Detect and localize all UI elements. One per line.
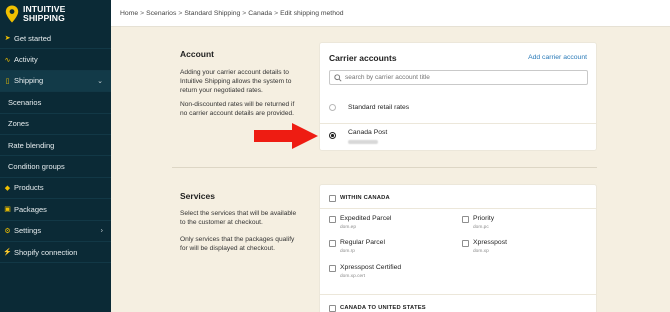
search-icon bbox=[334, 73, 342, 82]
sidebar-item-label: Condition groups bbox=[8, 162, 65, 172]
location-pin-icon bbox=[5, 5, 19, 23]
sidebar-item-get-started[interactable]: ➤ Get started bbox=[0, 28, 111, 50]
checkbox-within-canada[interactable] bbox=[329, 195, 336, 202]
sidebar-item-scenarios[interactable]: Scenarios bbox=[0, 92, 111, 114]
checkbox-priority[interactable] bbox=[462, 216, 469, 223]
sidebar-item-label: Get started bbox=[14, 33, 52, 43]
breadcrumb-separator: > bbox=[274, 9, 279, 17]
checkbox-xpresspost[interactable] bbox=[462, 240, 469, 247]
add-carrier-account-link[interactable]: Add carrier account bbox=[528, 54, 587, 61]
plug-icon: ⚡ bbox=[3, 249, 12, 257]
option-divider bbox=[320, 123, 596, 124]
option-label-standard-retail-rates: Standard retail rates bbox=[348, 104, 410, 111]
breadcrumb-home[interactable]: Home bbox=[120, 10, 138, 17]
service-label-priority: Priority bbox=[473, 215, 495, 222]
services-card: WITHIN CANADA Expedited Parcel dom.ep Pr… bbox=[319, 184, 597, 312]
carrier-search-input[interactable] bbox=[345, 74, 587, 81]
service-label-expedited-parcel: Expedited Parcel bbox=[340, 215, 392, 222]
service-code-regular-parcel: dom.rp bbox=[340, 249, 355, 254]
tag-icon: ◆ bbox=[4, 184, 11, 192]
sidebar-item-label: Activity bbox=[14, 55, 38, 65]
account-description-secondary: Non-discounted rates will be returned if… bbox=[180, 101, 295, 118]
chevron-right-icon: › bbox=[100, 227, 103, 235]
sidebar-item-label: Products bbox=[14, 183, 44, 193]
group-label-within-canada: WITHIN CANADA bbox=[340, 195, 390, 201]
brand-logo[interactable]: INTUITIVE SHIPPING bbox=[0, 0, 111, 28]
breadcrumb-scenarios[interactable]: Scenarios bbox=[146, 10, 176, 17]
red-arrow-annotation bbox=[254, 123, 318, 149]
service-code-priority: dom.pc bbox=[473, 225, 489, 230]
sidebar-item-label: Shipping bbox=[14, 76, 44, 86]
service-label-regular-parcel: Regular Parcel bbox=[340, 239, 385, 246]
sidebar-item-zones[interactable]: Zones bbox=[0, 114, 111, 135]
sidebar-item-label: Rate blending bbox=[8, 140, 55, 150]
breadcrumb-current: Edit shipping method bbox=[280, 9, 344, 17]
carrier-accounts-card: Carrier accounts Add carrier account Sta… bbox=[319, 42, 597, 151]
group-divider bbox=[320, 208, 596, 209]
sidebar-item-activity[interactable]: ∿ Activity bbox=[0, 49, 111, 71]
checkbox-xpresspost-certified[interactable] bbox=[329, 265, 336, 272]
breadcrumb-separator: > bbox=[242, 9, 247, 17]
sidebar-item-shopify-connection[interactable]: ⚡ Shopify connection bbox=[0, 242, 111, 264]
breadcrumb-canada[interactable]: Canada bbox=[248, 10, 272, 17]
services-description: Select the services that will be availab… bbox=[180, 210, 297, 227]
option-label-canada-post: Canada Post bbox=[348, 129, 388, 136]
breadcrumb-separator: > bbox=[140, 9, 145, 17]
breadcrumb-separator: > bbox=[178, 9, 183, 17]
activity-icon: ∿ bbox=[4, 56, 11, 64]
brand-line2: SHIPPING bbox=[23, 13, 65, 23]
sidebar-item-products[interactable]: ◆ Products bbox=[0, 178, 111, 200]
service-label-xpresspost: Xpresspost bbox=[473, 239, 508, 246]
sidebar-item-packages[interactable]: ▣ Packages bbox=[0, 199, 111, 221]
sidebar-nav: ➤ Get started ∿ Activity ▯ Shipping ⌄ Sc… bbox=[0, 28, 111, 264]
sidebar-item-label: Settings bbox=[14, 226, 42, 236]
box-icon: ▣ bbox=[4, 206, 11, 214]
carrier-search-field[interactable] bbox=[329, 70, 588, 85]
radio-standard-retail-rates[interactable] bbox=[329, 104, 336, 111]
breadcrumb-standard-shipping[interactable]: Standard Shipping bbox=[184, 10, 240, 17]
sidebar-item-settings[interactable]: ⚙ Settings › bbox=[0, 221, 111, 242]
sidebar-item-condition-groups[interactable]: Condition groups bbox=[0, 156, 111, 178]
service-code-xpresspost: dom.xp bbox=[473, 249, 489, 254]
checkbox-regular-parcel[interactable] bbox=[329, 240, 336, 247]
sidebar-item-label: Zones bbox=[8, 119, 29, 129]
sidebar-item-label: Scenarios bbox=[8, 97, 42, 107]
account-description: Adding your carrier account details to I… bbox=[180, 69, 292, 95]
truck-icon: ▯ bbox=[5, 77, 10, 85]
redacted-account-detail bbox=[348, 140, 378, 144]
service-code-expedited-parcel: dom.ep bbox=[340, 225, 356, 230]
sidebar-item-label: Shopify connection bbox=[14, 247, 78, 257]
sidebar-item-label: Packages bbox=[14, 204, 47, 214]
chevron-down-icon: ⌄ bbox=[97, 77, 103, 85]
services-description-secondary: Only services that the packages qualify … bbox=[180, 236, 295, 253]
radio-canada-post[interactable] bbox=[329, 132, 336, 139]
sidebar-item-shipping[interactable]: ▯ Shipping ⌄ bbox=[0, 70, 111, 93]
section-divider bbox=[172, 167, 597, 168]
service-label-xpresspost-certified: Xpresspost Certified bbox=[340, 264, 402, 271]
checkbox-expedited-parcel[interactable] bbox=[329, 216, 336, 223]
sidebar: INTUITIVE SHIPPING ➤ Get started ∿ Activ… bbox=[0, 0, 111, 312]
rocket-icon: ➤ bbox=[4, 35, 11, 43]
gear-icon: ⚙ bbox=[4, 227, 11, 235]
sidebar-item-rate-blending[interactable]: Rate blending bbox=[0, 135, 111, 157]
group-divider bbox=[320, 294, 596, 295]
services-section-title: Services bbox=[180, 191, 215, 201]
group-label-canada-to-united-states: CANADA TO UNITED STATES bbox=[340, 305, 426, 311]
breadcrumb: Home > Scenarios > Standard Shipping > Canada >… bbox=[120, 10, 344, 17]
carrier-accounts-title: Carrier accounts bbox=[329, 53, 397, 63]
account-section-title: Account bbox=[180, 49, 214, 59]
checkbox-canada-to-united-states[interactable] bbox=[329, 305, 336, 312]
top-bar: Home > Scenarios > Standard Shipping > Canada >… bbox=[111, 0, 670, 27]
service-code-xpresspost-certified: dom.xp.cert bbox=[340, 274, 366, 279]
